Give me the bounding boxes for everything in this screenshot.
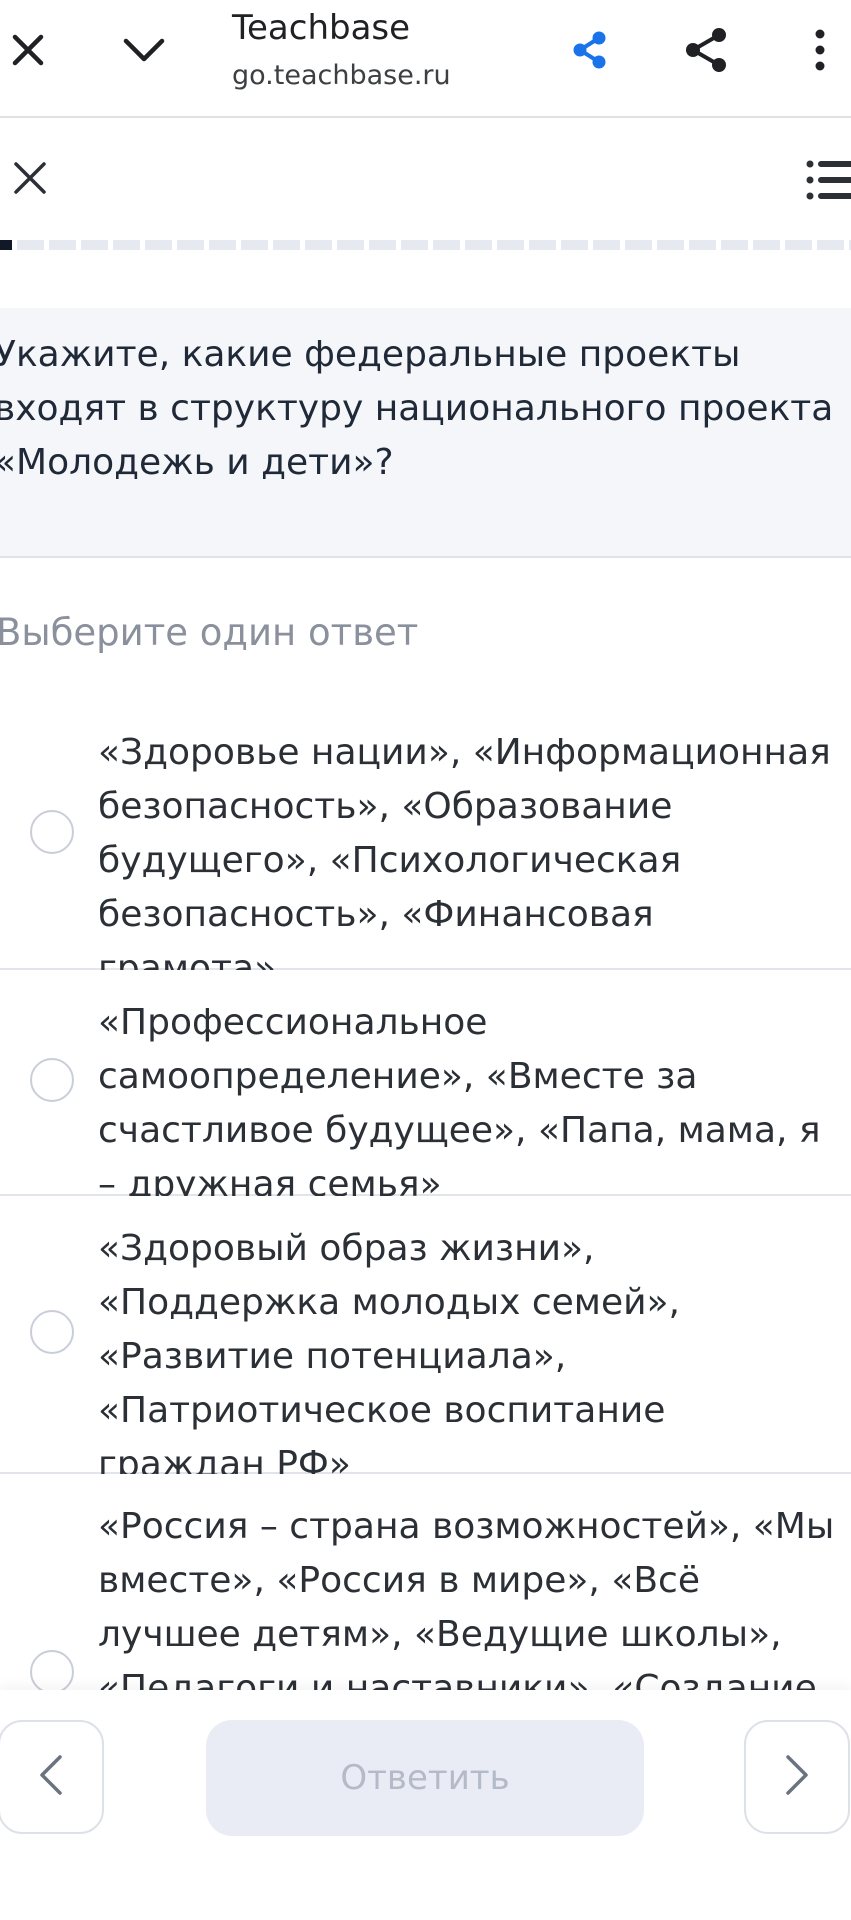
close-icon[interactable] [0, 22, 56, 78]
progress-segment[interactable] [433, 240, 460, 250]
next-button[interactable] [744, 1720, 850, 1834]
radio-button[interactable] [30, 810, 74, 854]
progress-segment[interactable] [113, 240, 140, 250]
progress-segment[interactable] [81, 240, 108, 250]
progress-segment[interactable] [465, 240, 492, 250]
previous-button[interactable] [0, 1720, 104, 1834]
browser-toolbar: Teachbase go.teachbase.ru [0, 0, 851, 118]
answer-option-label: «Профессиональное самоопределение», «Вме… [98, 1002, 821, 1205]
close-icon[interactable] [8, 156, 52, 200]
radio-button[interactable] [30, 1650, 74, 1694]
radio-button[interactable] [30, 1058, 74, 1102]
progress-segment[interactable] [0, 240, 12, 250]
site-url: go.teachbase.ru [232, 60, 451, 91]
share-icon[interactable] [562, 22, 618, 78]
progress-segment[interactable] [177, 240, 204, 250]
progress-segment[interactable] [273, 240, 300, 250]
quiz-header [0, 118, 851, 238]
submit-answer-button[interactable]: Ответить [206, 1720, 644, 1836]
page: Teachbase go.teachbase.ru Укажите, какие… [0, 0, 851, 1920]
progress-segment[interactable] [593, 240, 620, 250]
progress-segment[interactable] [689, 240, 716, 250]
progress-segment[interactable] [657, 240, 684, 250]
more-vertical-icon[interactable] [800, 22, 840, 78]
progress-segment[interactable] [401, 240, 428, 250]
answer-option-label: «Здоровье нации», «Информационная безопа… [98, 732, 831, 989]
progress-segment[interactable] [817, 240, 844, 250]
answer-option-label: «Здоровый образ жизни», «Поддержка молод… [98, 1228, 680, 1485]
progress-segment[interactable] [497, 240, 524, 250]
question-block: Укажите, какие федеральные проекты входя… [0, 308, 851, 558]
progress-segment[interactable] [529, 240, 556, 250]
progress-segment[interactable] [17, 240, 44, 250]
radio-button[interactable] [30, 1310, 74, 1354]
question-progress [0, 240, 851, 250]
answer-option[interactable]: «Здоровый образ жизни», «Поддержка молод… [0, 1196, 851, 1485]
share-icon[interactable] [676, 22, 736, 78]
progress-segment[interactable] [145, 240, 172, 250]
list-icon[interactable] [806, 156, 851, 204]
progress-segment[interactable] [337, 240, 364, 250]
site-title: Teachbase [232, 8, 411, 48]
quiz-footer: Ответить [0, 1690, 851, 1920]
progress-segment[interactable] [241, 240, 268, 250]
progress-segment[interactable] [369, 240, 396, 250]
answer-option[interactable]: «Здоровье нации», «Информационная безопа… [0, 700, 851, 989]
answer-options: «Здоровье нации», «Информационная безопа… [0, 700, 851, 1763]
progress-segment[interactable] [305, 240, 332, 250]
question-text: Укажите, какие федеральные проекты входя… [0, 334, 834, 483]
answer-instruction: Выберите один ответ [0, 611, 419, 654]
progress-segment[interactable] [785, 240, 812, 250]
progress-segment[interactable] [625, 240, 652, 250]
chevron-down-icon[interactable] [116, 22, 172, 78]
progress-segment[interactable] [721, 240, 748, 250]
progress-segment[interactable] [561, 240, 588, 250]
chevron-right-icon [784, 1753, 810, 1801]
progress-segment[interactable] [49, 240, 76, 250]
progress-segment[interactable] [753, 240, 780, 250]
chevron-left-icon [38, 1753, 64, 1801]
answer-option[interactable]: «Профессиональное самоопределение», «Вме… [0, 970, 851, 1205]
progress-segment[interactable] [209, 240, 236, 250]
